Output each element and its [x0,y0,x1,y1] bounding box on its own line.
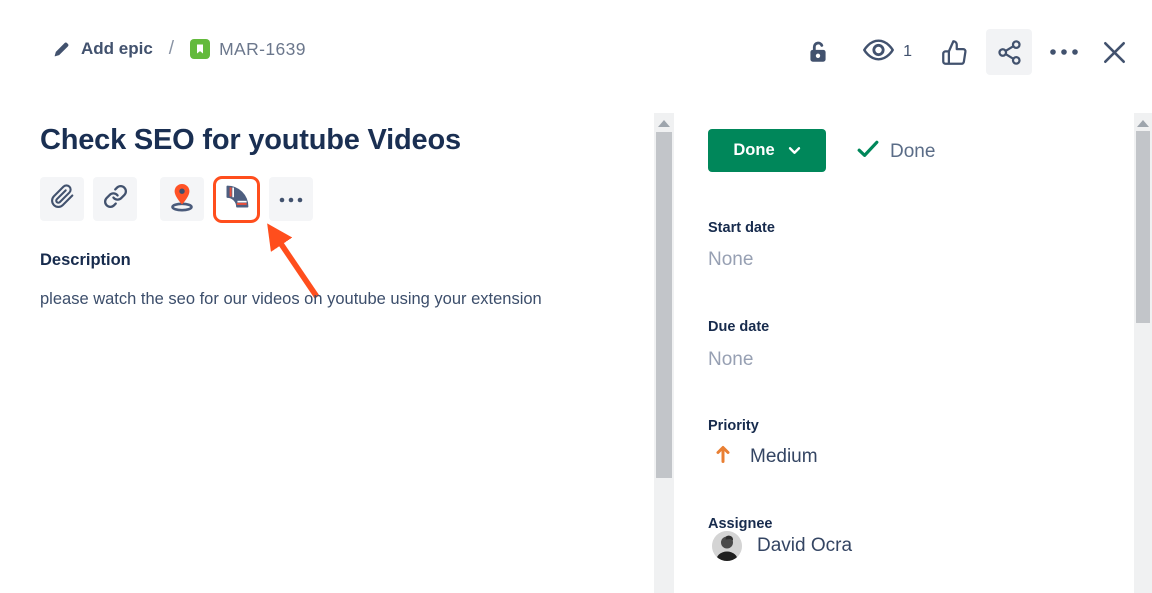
scroll-up-icon[interactable] [1137,120,1149,127]
assignee-value-row[interactable]: David Ocra [712,531,852,561]
watchers-group[interactable]: 1 [863,30,912,74]
assignee-value: David Ocra [757,535,852,557]
add-epic-button[interactable]: Add epic [81,39,153,59]
share-icon[interactable] [986,29,1032,75]
description-label: Description [40,251,131,270]
issue-key-link[interactable]: MAR-1639 [219,39,306,60]
header-actions: 1 [803,29,1130,75]
resolution-indicator: Done [856,139,935,165]
assignee-label: Assignee [708,516,772,532]
story-type-icon [190,39,210,59]
scroll-up-icon[interactable] [658,120,670,127]
priority-label: Priority [708,418,759,434]
unlock-icon[interactable] [803,30,833,74]
thumbs-up-icon[interactable] [938,30,970,74]
boomerang-icon [223,183,251,216]
boomerang-extension-button[interactable] [213,176,260,223]
ellipsis-icon [279,190,303,208]
status-button-label: Done [733,141,774,160]
priority-medium-icon [715,444,731,470]
due-date-label: Due date [708,319,769,335]
start-date-label: Start date [708,220,775,236]
chevron-down-icon [788,141,801,160]
paperclip-icon [50,184,75,214]
close-icon[interactable] [1098,30,1130,74]
description-text[interactable]: please watch the seo for our videos on y… [40,283,542,315]
more-actions-icon[interactable] [1045,30,1083,74]
content-scrollbar[interactable] [654,113,674,593]
priority-value-row[interactable]: Medium [715,444,818,470]
resolution-text: Done [890,141,935,163]
map-pin-icon [168,182,196,217]
content-scrollbar-thumb[interactable] [656,132,672,478]
location-button[interactable] [160,177,204,221]
link-icon [103,184,128,214]
eye-icon[interactable] [863,38,894,67]
watchers-count: 1 [903,43,912,61]
attach-button[interactable] [40,177,84,221]
panel-scrollbar[interactable] [1134,113,1152,593]
start-date-value[interactable]: None [708,249,753,271]
priority-value: Medium [750,446,818,468]
due-date-value[interactable]: None [708,349,753,371]
issue-title[interactable]: Check SEO for youtube Videos [40,124,620,157]
status-dropdown-button[interactable]: Done [708,129,826,172]
breadcrumb-separator: / [169,38,174,60]
toolbar-more-button[interactable] [269,177,313,221]
edit-pencil-icon [53,41,70,58]
link-button[interactable] [93,177,137,221]
issue-toolbar [40,177,322,223]
breadcrumb: Add epic / MAR-1639 [53,38,306,60]
panel-scrollbar-thumb[interactable] [1136,131,1150,323]
avatar [712,531,742,561]
checkmark-icon [856,139,880,165]
